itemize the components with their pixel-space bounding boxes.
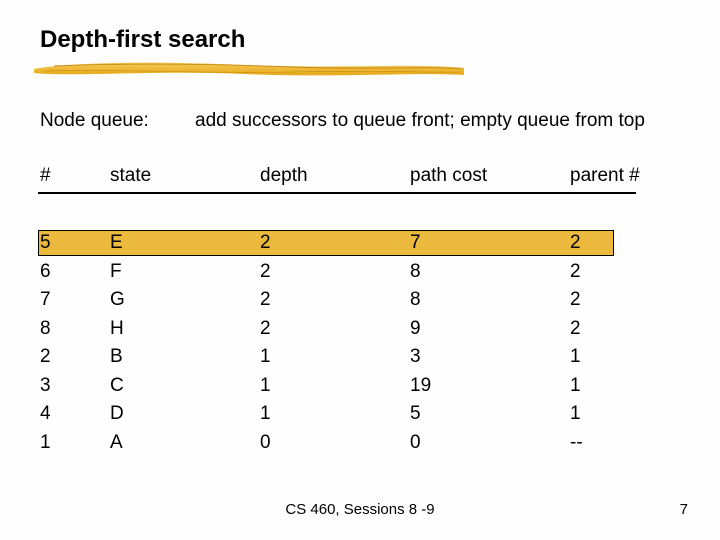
cell-parent: 1	[570, 375, 581, 397]
cell-parent: --	[570, 432, 583, 454]
slide: Depth-first search Node queue: add succe…	[0, 0, 720, 540]
table-body: 5 E 2 7 2 6 F 2 8 2 7 G 2 8 2 8 H 2 9 2 2 B 1 3 1 3 C 1 19 1 4 D 1 5 1 1 A 0 0…	[40, 230, 680, 458]
cell-depth: 1	[260, 375, 271, 397]
header-num: #	[40, 165, 51, 187]
table-row: 7 G 2 8 2	[40, 287, 680, 316]
cell-cost: 3	[410, 346, 421, 368]
header-parent: parent #	[570, 165, 640, 187]
node-queue-label: Node queue:	[40, 110, 149, 132]
cell-parent: 2	[570, 289, 581, 311]
brush-stroke-icon	[34, 60, 464, 78]
page-number: 7	[680, 501, 688, 518]
cell-depth: 2	[260, 318, 271, 340]
table-row: 1 A 0 0 --	[40, 430, 680, 459]
table-row: 4 D 1 5 1	[40, 401, 680, 430]
header-state: state	[110, 165, 151, 187]
cell-parent: 1	[570, 403, 581, 425]
cell-depth: 2	[260, 289, 271, 311]
cell-parent: 2	[570, 232, 581, 254]
footer-text: CS 460, Sessions 8 -9	[0, 501, 720, 518]
table-row: 3 C 1 19 1	[40, 373, 680, 402]
cell-cost: 0	[410, 432, 421, 454]
cell-num: 3	[40, 375, 51, 397]
cell-state: C	[110, 375, 124, 397]
cell-cost: 8	[410, 289, 421, 311]
cell-depth: 2	[260, 261, 271, 283]
title-wrap: Depth-first search	[40, 26, 680, 54]
cell-cost: 7	[410, 232, 421, 254]
cell-state: A	[110, 432, 123, 454]
header-rule	[38, 192, 636, 194]
header-cost: path cost	[410, 165, 487, 187]
cell-state: B	[110, 346, 123, 368]
cell-parent: 2	[570, 318, 581, 340]
cell-cost: 5	[410, 403, 421, 425]
cell-cost: 8	[410, 261, 421, 283]
cell-num: 1	[40, 432, 51, 454]
cell-num: 5	[40, 232, 51, 254]
cell-state: H	[110, 318, 124, 340]
cell-num: 6	[40, 261, 51, 283]
cell-state: F	[110, 261, 122, 283]
cell-state: E	[110, 232, 123, 254]
cell-state: G	[110, 289, 125, 311]
cell-num: 4	[40, 403, 51, 425]
cell-cost: 9	[410, 318, 421, 340]
cell-num: 7	[40, 289, 51, 311]
cell-depth: 0	[260, 432, 271, 454]
cell-parent: 2	[570, 261, 581, 283]
cell-parent: 1	[570, 346, 581, 368]
table-row: 8 H 2 9 2	[40, 316, 680, 345]
cell-state: D	[110, 403, 124, 425]
cell-cost: 19	[410, 375, 431, 397]
table-row: 5 E 2 7 2	[40, 230, 680, 259]
table-row: 2 B 1 3 1	[40, 344, 680, 373]
table-row: 6 F 2 8 2	[40, 259, 680, 288]
cell-depth: 1	[260, 346, 271, 368]
header-depth: depth	[260, 165, 308, 187]
cell-num: 8	[40, 318, 51, 340]
cell-depth: 2	[260, 232, 271, 254]
page-title: Depth-first search	[40, 26, 680, 54]
queue-add-text: add successors to queue front; empty que…	[195, 110, 645, 132]
cell-depth: 1	[260, 403, 271, 425]
cell-num: 2	[40, 346, 51, 368]
